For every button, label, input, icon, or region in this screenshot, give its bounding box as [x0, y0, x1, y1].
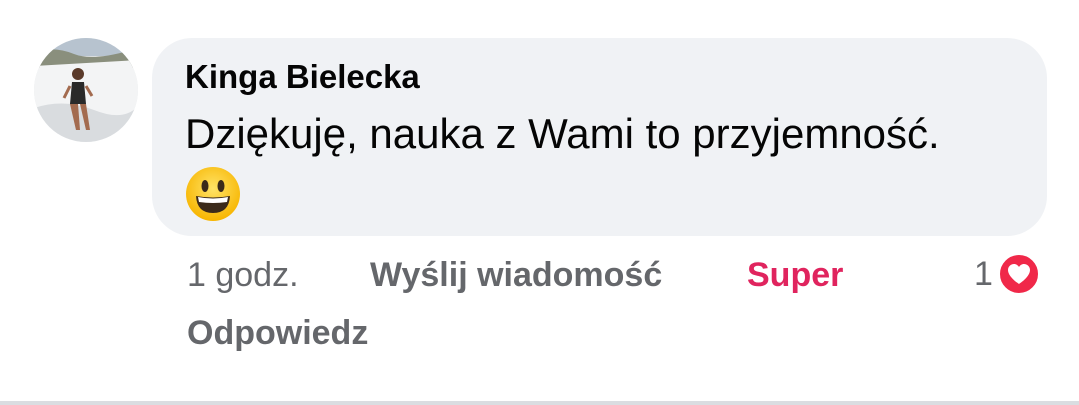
reaction-button[interactable]: Super	[747, 256, 843, 295]
comment-author[interactable]: Kinga Bielecka	[185, 58, 420, 96]
reaction-summary[interactable]: 1	[974, 252, 1041, 296]
reaction-count: 1	[974, 254, 993, 293]
avatar[interactable]	[34, 38, 138, 142]
divider	[0, 401, 1079, 405]
comment-text: Dziękuję, nauka z Wami to przyjemność.	[185, 110, 940, 157]
heart-icon	[996, 252, 1041, 296]
comment-timestamp[interactable]: 1 godz.	[187, 256, 299, 295]
avatar-photo	[34, 38, 138, 142]
grinning-face-emoji	[185, 166, 241, 222]
send-message-button[interactable]: Wyślij wiadomość	[370, 256, 662, 295]
reply-button[interactable]: Odpowiedz	[187, 314, 368, 353]
